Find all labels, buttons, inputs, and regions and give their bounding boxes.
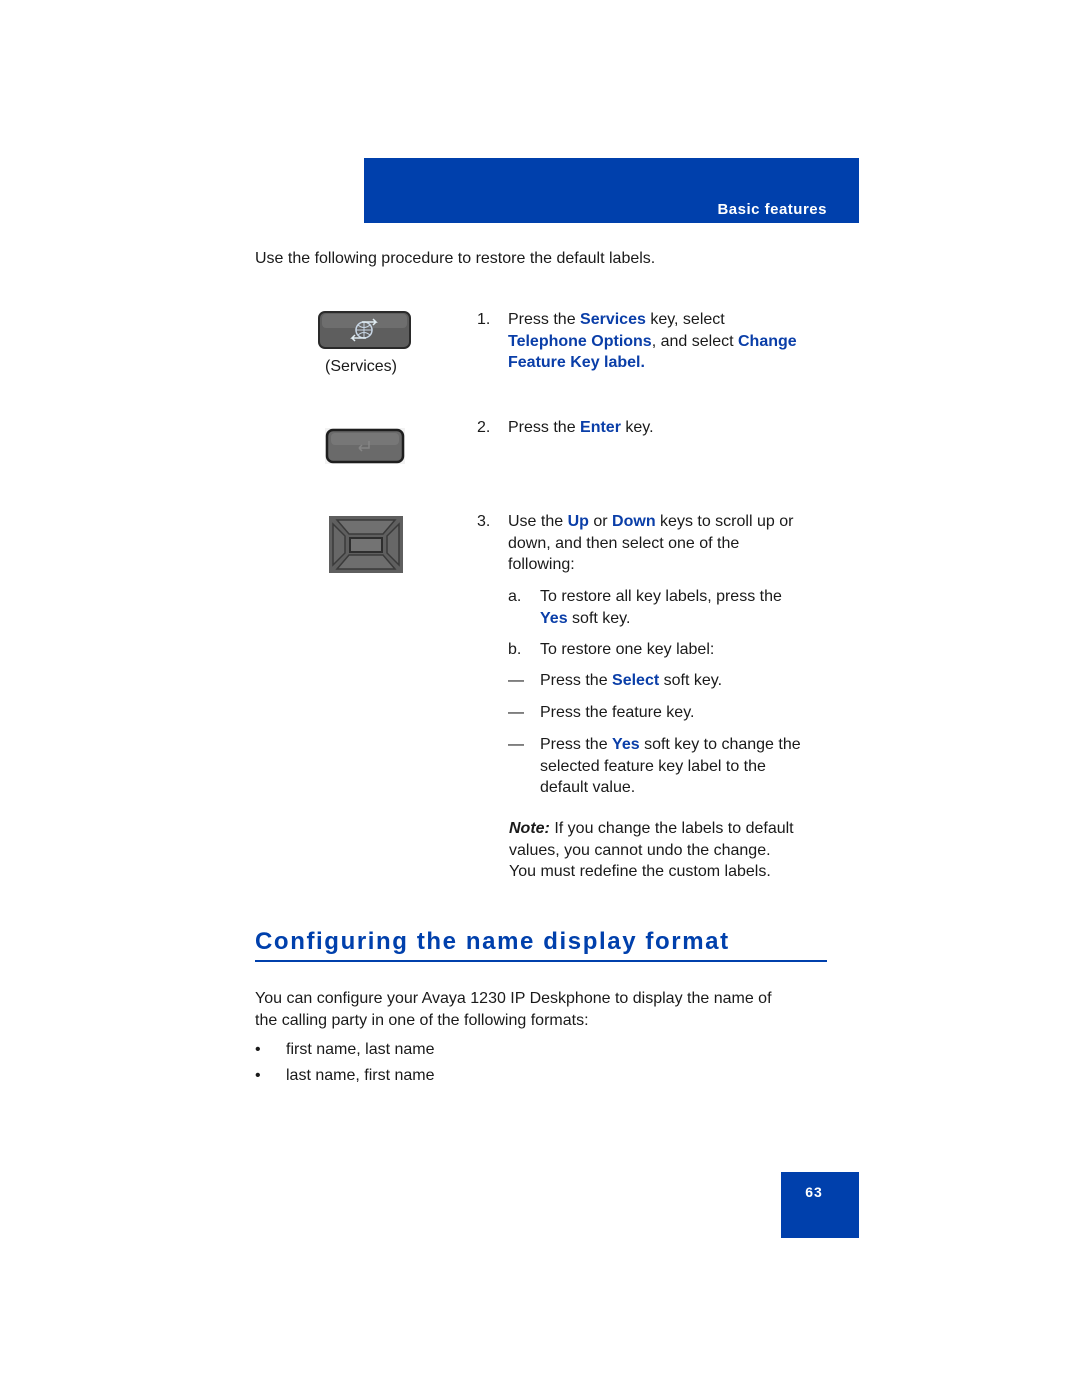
step-text: following: [508, 556, 575, 573]
step-text: Press the [540, 672, 613, 689]
step-text: To restore all key labels, press the [540, 588, 782, 605]
step-number: 3. [477, 513, 491, 530]
step-text: key, select [645, 311, 725, 328]
step-text: Press the feature key. [540, 704, 695, 721]
dash-bullet: — [508, 704, 524, 721]
paragraph-line: You can configure your Avaya 1230 IP Des… [255, 990, 772, 1007]
menu-feature-key-label: Feature Key label. [508, 354, 645, 371]
note-text: values, you cannot undo the change. [509, 841, 771, 859]
page-number: 63 [805, 1184, 823, 1200]
key-name-enter: Enter [580, 419, 621, 436]
step-text: default value. [540, 779, 636, 796]
step-text: , and select [651, 332, 738, 350]
services-key-caption: (Services) [325, 358, 398, 375]
dash-bullet: — [508, 672, 524, 689]
services-key-icon [318, 311, 411, 349]
soft-key-yes: Yes [540, 609, 568, 627]
step-text: soft key. [567, 609, 631, 627]
soft-key-select: Select [612, 672, 660, 689]
note-label: Note: [509, 820, 550, 837]
note-text: You must redefine the custom labels. [509, 863, 771, 880]
bullet: • [255, 1067, 261, 1084]
paragraph-line: the calling party in one of the followin… [255, 1012, 589, 1029]
step-text: soft key. [659, 672, 723, 689]
dash-bullet: — [508, 736, 524, 753]
menu-telephone-options: Telephone Options [508, 332, 652, 350]
intro-text: Use the following procedure to restore t… [255, 250, 656, 267]
key-name-up: Up [567, 513, 589, 530]
enter-key-icon [325, 428, 405, 464]
step-text: Press the [508, 419, 581, 436]
step-text: To restore one key label: [540, 641, 715, 658]
section-header-band: Basic features [364, 158, 859, 223]
soft-key-yes: Yes [612, 736, 640, 753]
page-number-box: 63 [781, 1172, 859, 1238]
step-text: Use the [508, 513, 568, 530]
step-number: 1. [477, 311, 491, 328]
substep-label: b. [508, 641, 522, 658]
menu-change: Change [737, 332, 797, 350]
section-heading: Configuring the name display format [255, 928, 827, 962]
step-text: or [588, 513, 613, 530]
format-option: first name, last name [286, 1041, 435, 1058]
bullet: • [255, 1041, 261, 1058]
substep-label: a. [508, 588, 522, 605]
navigation-cluster-icon [329, 516, 403, 573]
section-label: Basic features [717, 201, 827, 218]
step-text: down, and then select one of the [508, 534, 740, 552]
note: Note: If you change the labels to defaul… [509, 818, 839, 883]
section-paragraph: You can configure your Avaya 1230 IP Des… [255, 988, 840, 1032]
step-text: key. [620, 419, 654, 436]
key-name-down: Down [612, 513, 656, 530]
format-option: last name, first name [286, 1067, 435, 1084]
step-text: keys to scroll up or [655, 513, 794, 530]
step-text: soft key to change the [639, 736, 801, 753]
key-name-services: Services [580, 311, 646, 328]
note-text: If you change the labels to default [549, 820, 794, 837]
step-number: 2. [477, 419, 491, 436]
step-text: Press the [540, 736, 613, 753]
step-text: selected feature key label to the [540, 757, 766, 775]
step-text: Press the [508, 311, 581, 328]
